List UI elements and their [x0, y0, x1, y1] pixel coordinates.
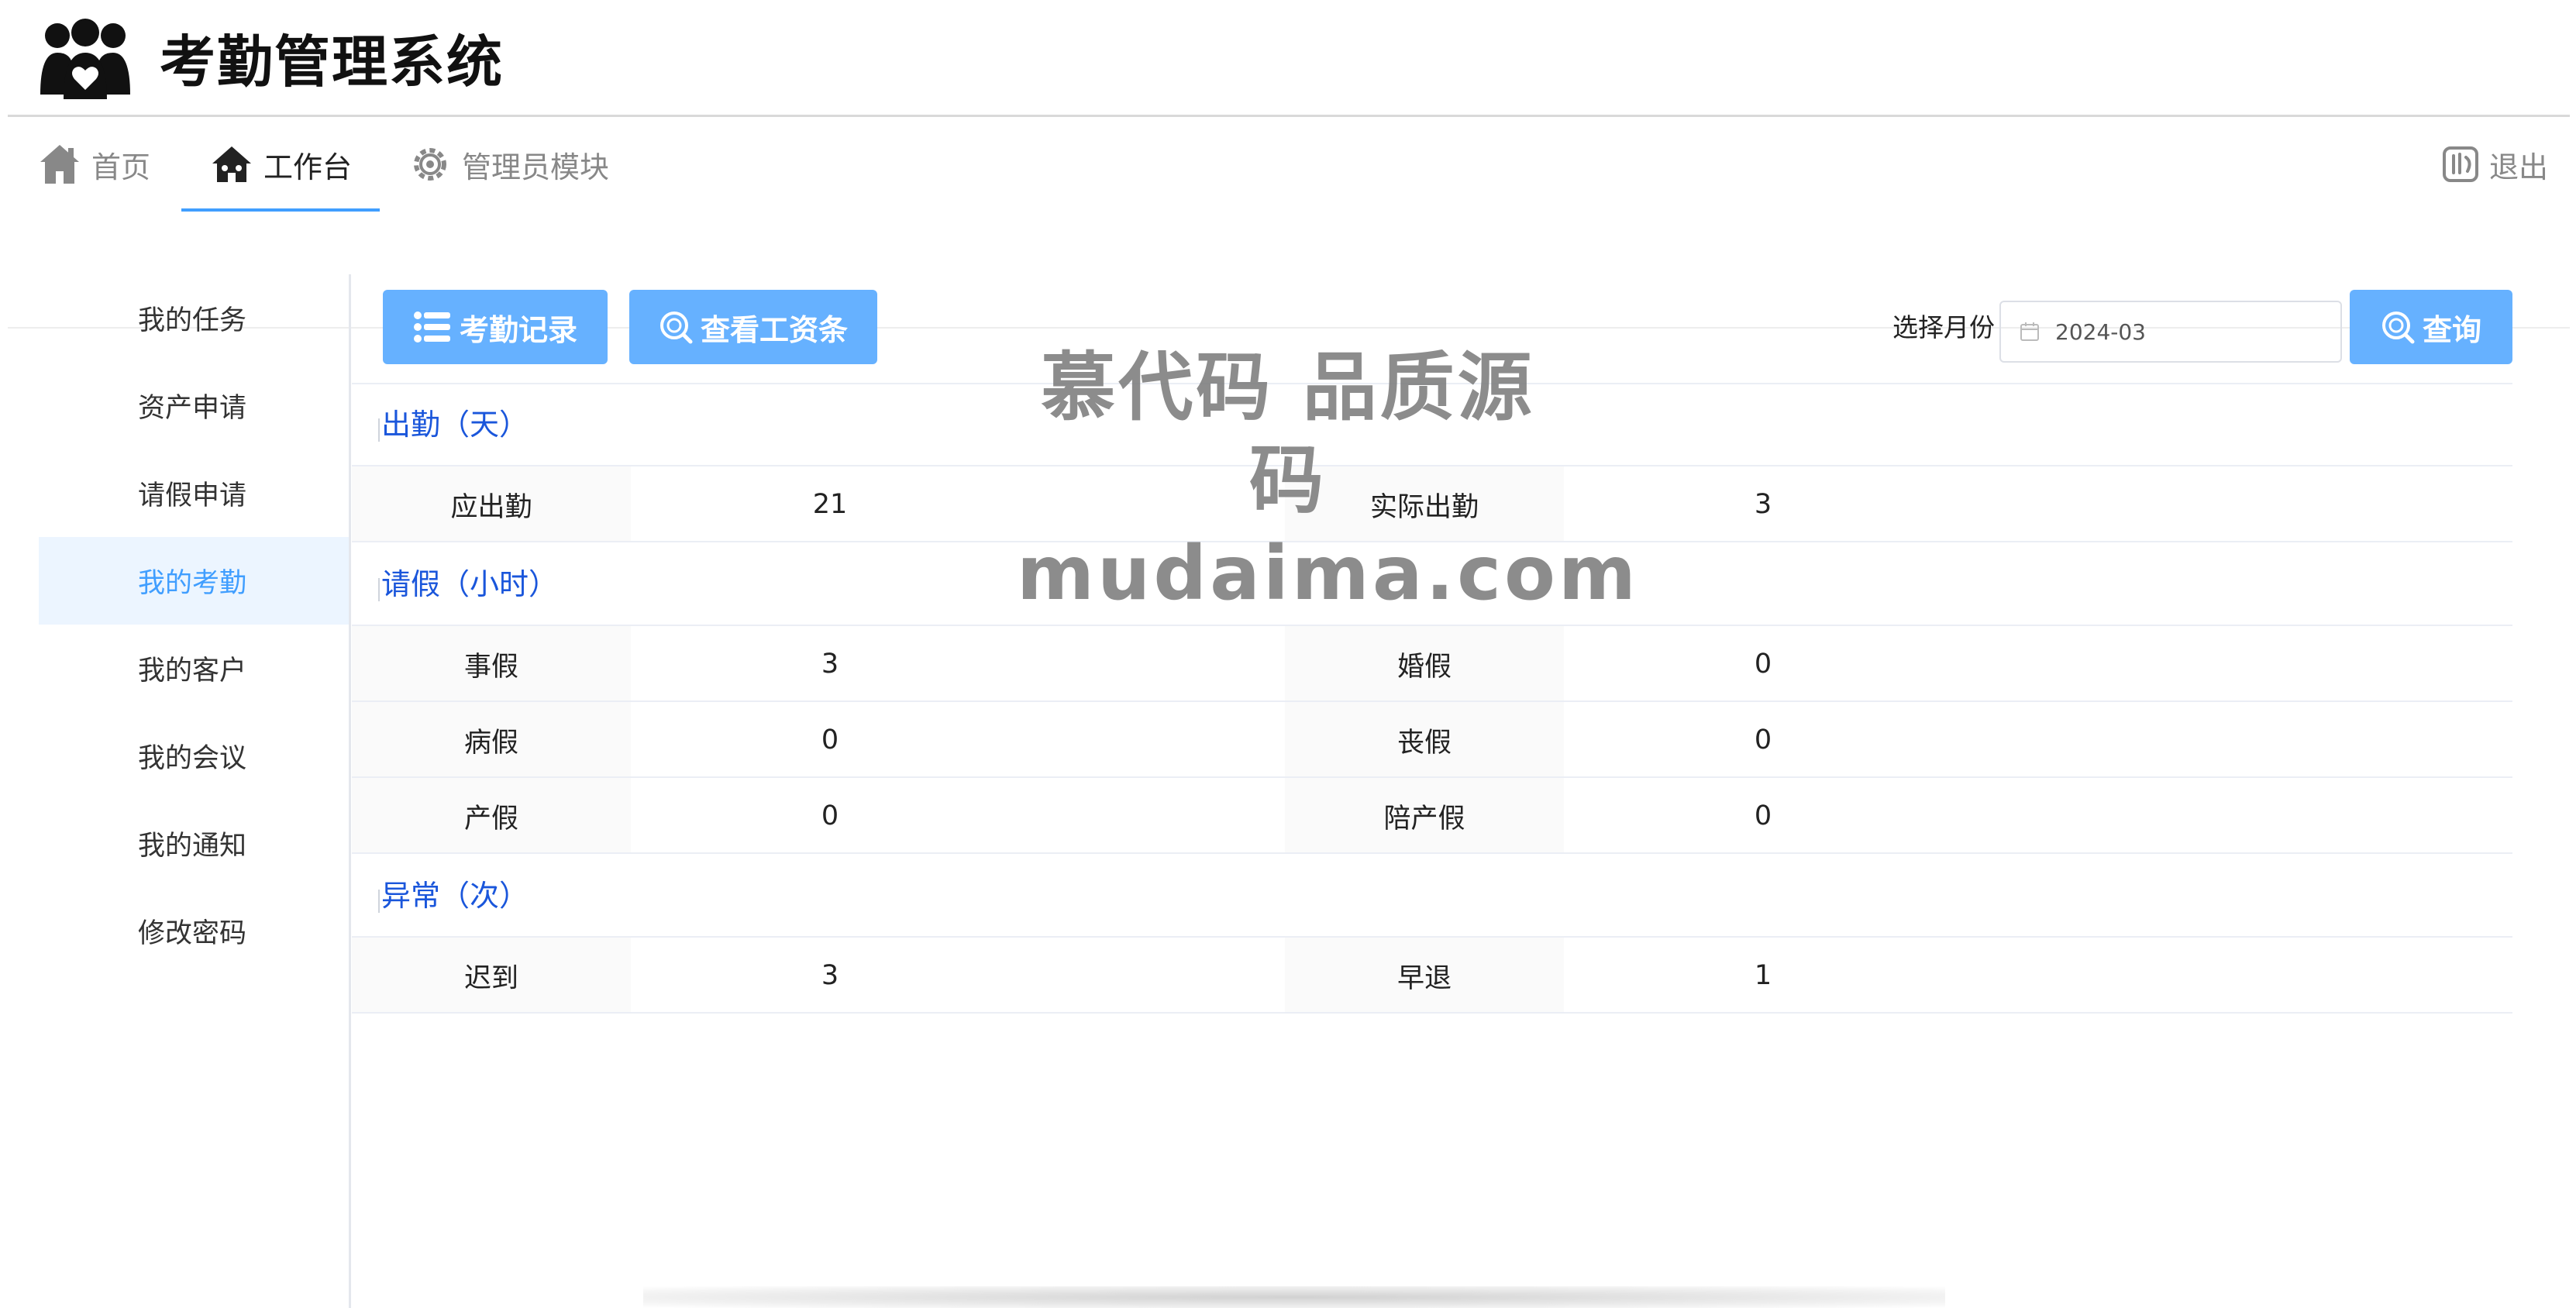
row-value: 3	[821, 960, 839, 991]
nav-workbench-label: 工作台	[263, 150, 353, 184]
table-row: 事假 3 婚假 0	[352, 626, 2512, 702]
logout-icon	[2443, 146, 2478, 182]
sidebar-item-my-meetings[interactable]: 我的会议	[39, 712, 349, 800]
app-title: 考勤管理系统	[160, 29, 505, 95]
nav-home-label: 首页	[91, 150, 151, 184]
row-label: 病假	[352, 702, 631, 778]
top-nav: 首页 工作台 管理员模块 退出	[0, 117, 2576, 329]
divider	[352, 541, 2512, 542]
row-value: 3	[1754, 489, 1772, 520]
row-label: 丧假	[1285, 702, 1564, 778]
list-icon	[413, 312, 450, 342]
search-icon	[2381, 312, 2415, 344]
section-marker	[378, 890, 380, 913]
sidebar-item-leave-request[interactable]: 请假申请	[39, 449, 349, 537]
section-marker	[378, 418, 380, 442]
sidebar-border	[349, 274, 351, 1308]
sidebar: 我的任务 资产申请 请假申请 我的考勤 我的客户 我的会议 我的通知 修改密码	[39, 274, 349, 975]
logout-label: 退出	[2489, 150, 2549, 184]
sidebar-item-my-notices[interactable]: 我的通知	[39, 800, 349, 887]
users-logo-icon	[40, 19, 130, 99]
section-title-leave: 请假（小时）	[381, 567, 559, 601]
app-header: 考勤管理系统	[0, 0, 2576, 117]
attendance-records-label: 考勤记录	[459, 312, 577, 347]
row-value: 3	[821, 649, 839, 680]
view-payslip-label: 查看工资条	[700, 312, 848, 347]
row-label: 实际出勤	[1285, 466, 1564, 542]
section-title-attendance: 出勤（天）	[381, 408, 529, 442]
sidebar-item-my-tasks[interactable]: 我的任务	[39, 274, 349, 362]
month-select-label: 选择月份	[1892, 312, 1995, 342]
row-value: 0	[821, 725, 839, 756]
divider	[352, 852, 2512, 854]
query-label: 查询	[2422, 312, 2481, 347]
divider	[352, 1012, 2512, 1014]
row-value: 1	[1754, 960, 1772, 991]
table-row: 产假 0 陪产假 0	[352, 778, 2512, 854]
month-picker-value: 2024-03	[2055, 318, 2146, 345]
gear-icon	[414, 148, 446, 181]
nav-workbench[interactable]: 工作台	[181, 117, 381, 212]
sidebar-item-change-password[interactable]: 修改密码	[39, 887, 349, 975]
calendar-icon	[2020, 322, 2039, 341]
sidebar-item-asset-request[interactable]: 资产申请	[39, 362, 349, 449]
month-picker-input[interactable]: 2024-03	[1999, 301, 2342, 363]
view-payslip-button[interactable]: 查看工资条	[629, 290, 877, 364]
table-row: 应出勤 21 实际出勤 3	[352, 466, 2512, 542]
row-value: 21	[812, 489, 848, 520]
row-value: 0	[1754, 725, 1772, 756]
row-value: 0	[821, 800, 839, 831]
row-label: 产假	[352, 778, 631, 854]
search-icon	[659, 312, 693, 344]
logout-button[interactable]: 退出	[2441, 117, 2548, 212]
section-title-abnormal: 异常（次）	[381, 879, 529, 913]
row-label: 早退	[1285, 938, 1564, 1014]
table-row: 病假 0 丧假 0	[352, 702, 2512, 778]
section-marker	[378, 578, 380, 601]
home-icon	[40, 145, 79, 184]
bottom-shadow	[643, 1286, 1945, 1308]
attendance-records-button[interactable]: 考勤记录	[383, 290, 608, 364]
sidebar-item-my-customers[interactable]: 我的客户	[39, 625, 349, 712]
row-label: 迟到	[352, 938, 631, 1014]
table-row: 迟到 3 早退 1	[352, 938, 2512, 1014]
workbench-icon	[212, 146, 251, 182]
nav-home[interactable]: 首页	[37, 117, 150, 212]
divider	[352, 383, 2512, 384]
nav-admin[interactable]: 管理员模块	[408, 117, 609, 212]
row-value: 0	[1754, 649, 1772, 680]
query-button[interactable]: 查询	[2350, 290, 2512, 364]
row-label: 陪产假	[1285, 778, 1564, 854]
nav-admin-label: 管理员模块	[462, 150, 610, 184]
row-label: 应出勤	[352, 466, 631, 542]
row-label: 婚假	[1285, 626, 1564, 702]
row-value: 0	[1754, 800, 1772, 831]
sidebar-item-my-attendance[interactable]: 我的考勤	[39, 537, 349, 625]
row-label: 事假	[352, 626, 631, 702]
